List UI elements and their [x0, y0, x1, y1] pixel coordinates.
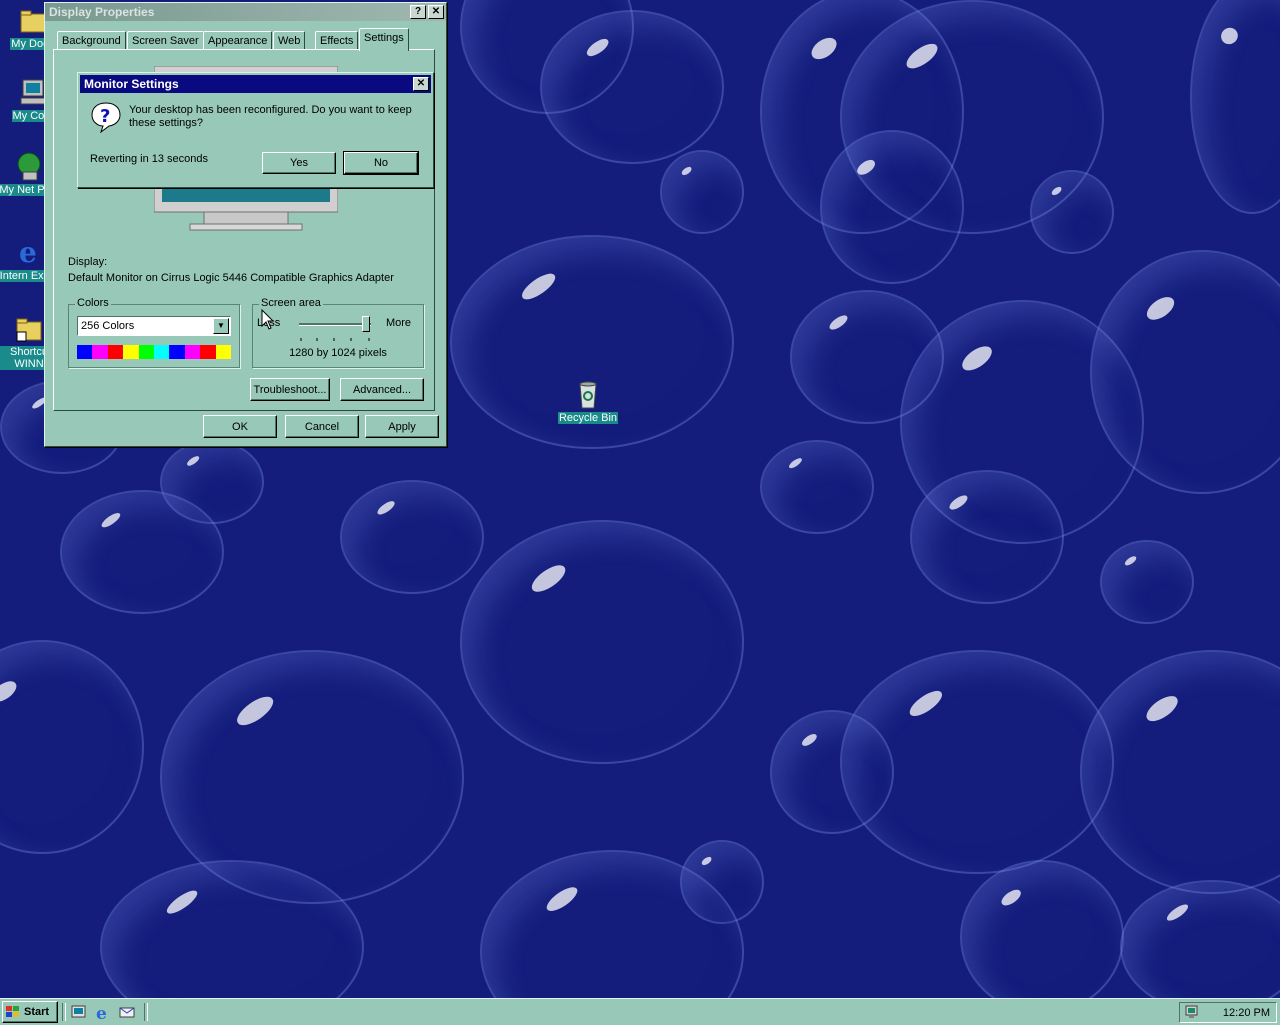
display-settings-tray-icon[interactable]	[1184, 1004, 1200, 1020]
color-palette-bar	[77, 345, 232, 359]
countdown-text: Reverting in 13 seconds	[90, 153, 209, 165]
wallpaper-bubble	[60, 490, 224, 614]
palette-swatch	[215, 345, 232, 359]
wallpaper-bubble	[910, 470, 1064, 604]
colors-selected: 256 Colors	[81, 320, 135, 332]
colors-dropdown[interactable]: 256 Colors ▼	[77, 316, 231, 336]
wallpaper-bubble	[1190, 0, 1280, 214]
monitor-settings-titlebar[interactable]: Monitor Settings ✕	[80, 75, 431, 93]
slider-more-label: More	[385, 317, 411, 329]
dialog-title: Monitor Settings	[84, 77, 179, 91]
palette-swatch	[77, 345, 93, 359]
palette-swatch	[154, 345, 170, 359]
wallpaper-bubble	[770, 710, 894, 834]
internet-explorer-icon: e	[13, 236, 45, 269]
network-icon	[13, 150, 45, 182]
windows-logo-icon	[5, 1005, 21, 1019]
yes-button[interactable]: Yes	[262, 152, 336, 174]
wallpaper-bubble	[820, 130, 964, 284]
tab-background[interactable]: Background	[57, 31, 126, 50]
help-button[interactable]: ?	[410, 5, 426, 19]
close-button[interactable]: ✕	[413, 77, 429, 91]
troubleshoot-button[interactable]: Troubleshoot...	[250, 378, 330, 401]
taskbar: Start e 12:20 PM	[0, 998, 1280, 1025]
screen-area-legend: Screen area	[259, 297, 323, 309]
screen-area-group: Screen area Less More 1280 by 1024 pixel…	[252, 297, 424, 368]
dialog-message: Your desktop has been reconfigured. Do y…	[129, 104, 412, 129]
colors-legend: Colors	[75, 297, 111, 309]
palette-swatch	[169, 345, 185, 359]
close-button[interactable]: ✕	[428, 5, 444, 19]
system-tray: 12:20 PM	[1179, 1002, 1277, 1023]
tab-screen-saver[interactable]: Screen Saver	[127, 31, 204, 50]
wallpaper-bubble	[340, 480, 484, 594]
screen-resolution-value: 1280 by 1024 pixels	[289, 347, 387, 359]
palette-swatch	[107, 345, 124, 359]
palette-swatch	[184, 345, 201, 359]
tab-web[interactable]: Web	[273, 31, 306, 50]
wallpaper-bubble	[540, 10, 724, 164]
palette-swatch	[200, 345, 216, 359]
start-label: Start	[24, 1006, 50, 1018]
display-properties-window: Display Properties ? ✕ Background Screen…	[44, 2, 447, 447]
wallpaper-bubble	[1080, 650, 1280, 894]
tab-settings[interactable]: Settings	[359, 28, 409, 51]
taskbar-separator	[144, 1003, 148, 1021]
wallpaper-bubble	[660, 150, 744, 234]
display-adapter-name: Default Monitor on Cirrus Logic 5446 Com…	[68, 272, 394, 284]
wallpaper-bubble	[760, 440, 874, 534]
wallpaper-bubble	[960, 860, 1124, 998]
advanced-button[interactable]: Advanced...	[340, 378, 424, 401]
cancel-button[interactable]: Cancel	[285, 415, 359, 438]
desktop-icon-recycle-bin[interactable]: Recycle Bin	[553, 378, 623, 424]
display-properties-titlebar[interactable]: Display Properties ? ✕	[45, 3, 446, 21]
svg-text:?: ?	[100, 106, 110, 127]
question-icon: ?	[90, 101, 122, 134]
window-title: Display Properties	[49, 5, 155, 19]
recycle-bin-icon	[572, 378, 604, 410]
start-button[interactable]: Start	[2, 1001, 58, 1023]
display-label: Display:	[68, 256, 108, 268]
internet-explorer-quicklaunch-icon[interactable]: e	[94, 1003, 112, 1024]
monitor-settings-dialog: Monitor Settings ✕ ? Your desktop has be…	[77, 72, 434, 188]
shortcut-folder-icon	[13, 312, 45, 344]
chevron-down-icon[interactable]: ▼	[213, 318, 229, 334]
tab-appearance[interactable]: Appearance	[203, 31, 273, 50]
colors-group: Colors 256 Colors ▼	[68, 297, 240, 368]
slider-thumb[interactable]	[361, 316, 370, 332]
wallpaper-bubble	[1120, 880, 1280, 998]
palette-swatch	[123, 345, 139, 359]
tab-effects[interactable]: Effects	[315, 31, 359, 50]
wallpaper-bubble	[0, 640, 144, 854]
wallpaper-bubble	[460, 520, 744, 764]
show-desktop-icon[interactable]	[70, 1003, 88, 1021]
svg-text:e: e	[96, 1004, 107, 1021]
svg-text:e: e	[19, 236, 37, 268]
palette-swatch	[138, 345, 155, 359]
wallpaper-bubble	[1030, 170, 1114, 254]
slider-ticks	[299, 333, 371, 341]
clock[interactable]: 12:20 PM	[1223, 1007, 1270, 1019]
screen-area-slider[interactable]	[299, 316, 371, 332]
apply-button[interactable]: Apply	[365, 415, 439, 438]
ok-button[interactable]: OK	[203, 415, 277, 438]
outlook-express-quicklaunch-icon[interactable]	[118, 1003, 136, 1021]
wallpaper-bubble	[1100, 540, 1194, 624]
no-button[interactable]: No	[343, 151, 419, 175]
taskbar-separator	[62, 1003, 66, 1021]
desktop-icon-label: Recycle Bin	[557, 412, 619, 424]
mouse-cursor-icon	[261, 308, 275, 331]
palette-swatch	[92, 345, 108, 359]
